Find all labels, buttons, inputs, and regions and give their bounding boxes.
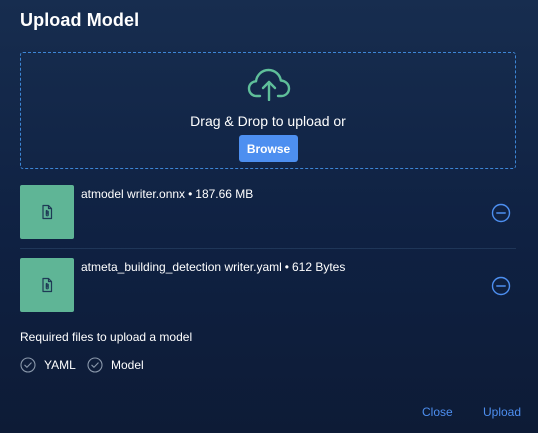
minus-circle-icon[interactable] [490,275,512,297]
file-name: atmodel writer.onnx [81,187,186,201]
requirement-model: Model [87,356,144,374]
file-size: 612 Bytes [291,260,346,274]
check-circle-icon [87,357,103,373]
dialog-title: Upload Model [20,10,140,30]
upload-model-dialog: Upload Model Drag & Drop to upload or Br… [0,0,538,433]
file-thumbnail [20,258,74,312]
separator: • [284,260,289,274]
separator: • [188,187,193,201]
file-name: atmeta_building_detection writer.yaml [81,260,282,274]
file-item: atmeta_building_detection writer.yaml • 61… [20,258,516,314]
file-info: atmodel writer.onnx • 187.66 MB [81,187,253,201]
requirement-label: YAML [44,358,76,372]
close-button[interactable]: Close [422,405,453,419]
file-thumbnail [20,185,74,239]
required-files-label: Required files to upload a model [20,330,193,344]
file-info: atmeta_building_detection writer.yaml • 61… [81,260,345,274]
check-circle-icon [20,357,36,373]
attachment-file-icon [42,277,53,293]
cloud-upload-icon [247,68,291,101]
file-item: atmodel writer.onnx • 187.66 MB [20,185,516,241]
upload-button[interactable]: Upload [483,405,521,419]
attachment-file-icon [42,204,53,220]
file-size: 187.66 MB [195,187,254,201]
file-divider [20,248,516,249]
requirement-yaml: YAML [20,356,76,374]
drop-zone[interactable]: Drag & Drop to upload or Browse [20,52,516,169]
drop-instructions: Drag & Drop to upload or [190,113,346,129]
minus-circle-icon[interactable] [490,202,512,224]
browse-button[interactable]: Browse [239,135,298,162]
requirement-label: Model [111,358,144,372]
